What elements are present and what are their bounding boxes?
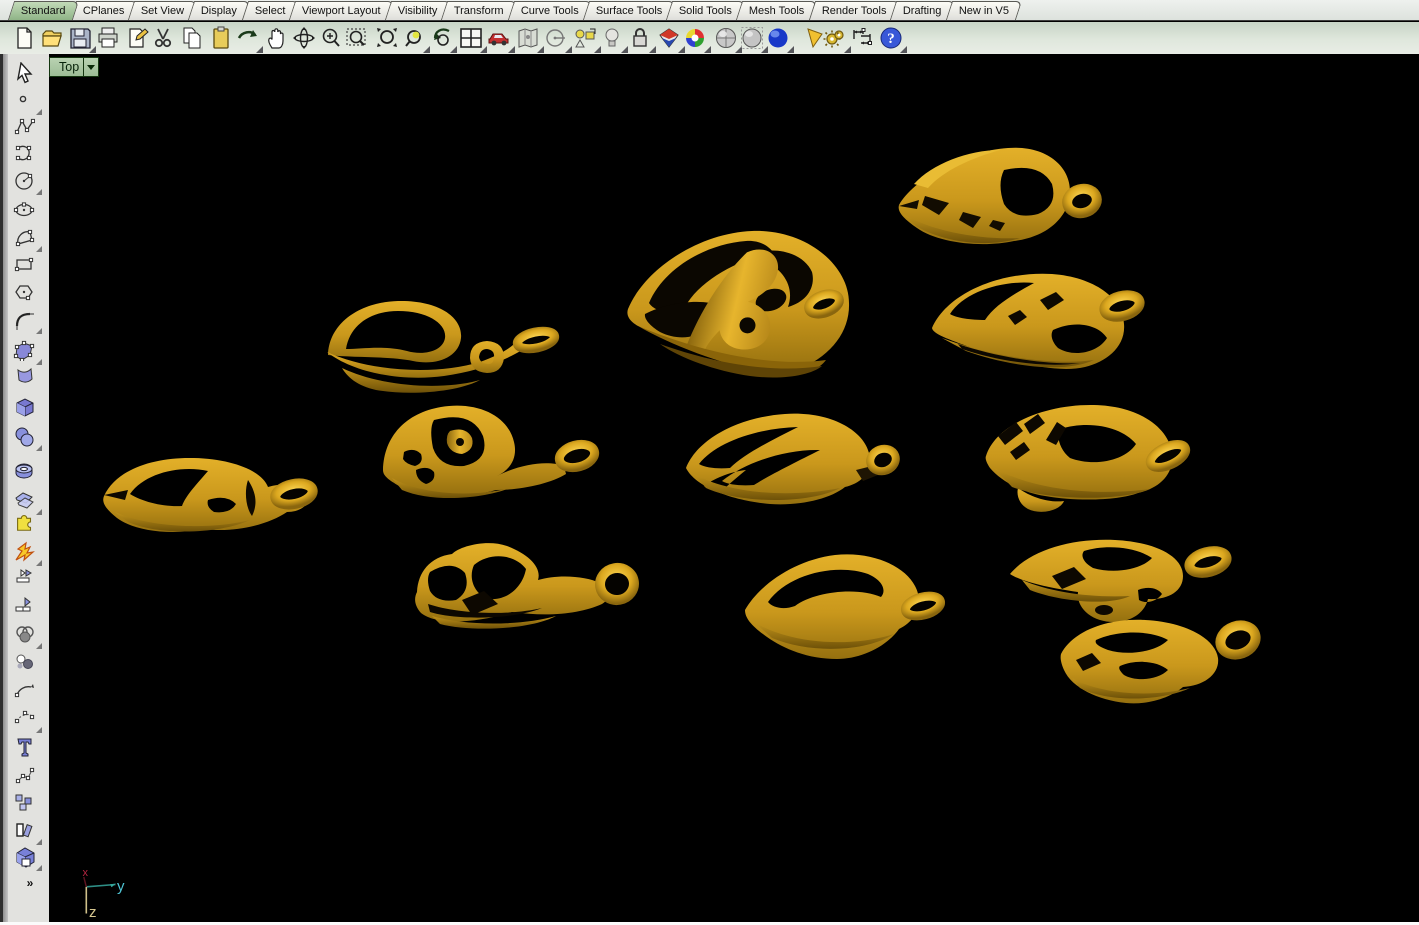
svg-text:?: ? [887, 31, 895, 47]
